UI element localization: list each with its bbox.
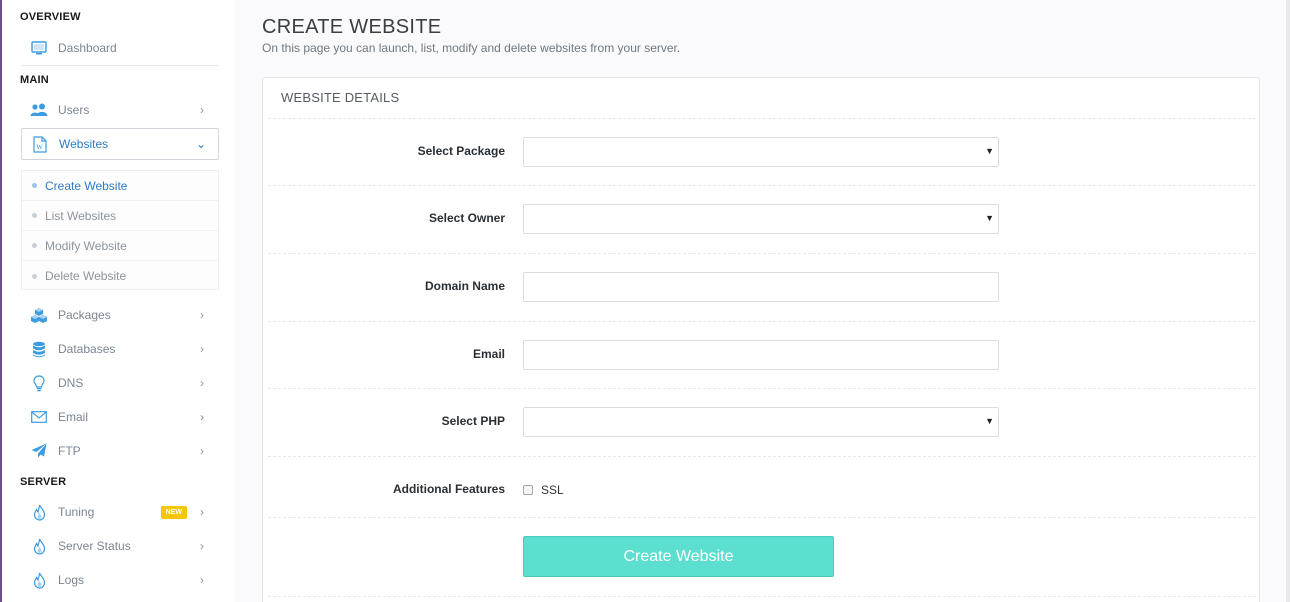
database-icon [30, 340, 48, 358]
row-divider [268, 253, 1256, 254]
sidebar-item-dashboard[interactable]: Dashboard [21, 32, 219, 64]
create-website-button[interactable]: Create Website [523, 536, 834, 577]
section-title-server: SERVER [20, 476, 67, 488]
sidebar-item-label: DNS [58, 376, 84, 390]
sidebar-item-label: Dashboard [58, 41, 117, 55]
row-divider [268, 321, 1256, 322]
sidebar: OVERVIEW Dashboard MAIN Users › W Websit… [0, 0, 235, 602]
sidebar-item-users[interactable]: Users › [21, 94, 219, 126]
owner-select[interactable]: ▼ [523, 204, 999, 234]
panel-title: WEBSITE DETAILS [281, 90, 400, 105]
row-divider [268, 118, 1256, 119]
chevron-down-icon: ⌄ [195, 137, 207, 151]
section-title-overview: OVERVIEW [20, 11, 81, 23]
chevron-right-icon: › [200, 505, 204, 519]
submenu-item-label: Create Website [45, 178, 128, 193]
submenu-item-delete-website[interactable]: Delete Website [22, 261, 218, 291]
submenu-item-label: List Websites [45, 208, 117, 223]
section-title-main: MAIN [20, 74, 49, 86]
sidebar-item-databases[interactable]: Databases › [21, 333, 219, 365]
chevron-right-icon: › [200, 573, 204, 587]
paper-plane-icon [30, 442, 48, 460]
chevron-right-icon: › [200, 376, 204, 390]
submenu-item-label: Delete Website [45, 269, 127, 283]
websites-submenu: Create Website List Websites Modify Webs… [21, 170, 219, 290]
flame-icon [30, 571, 48, 589]
row-divider [268, 596, 1256, 597]
sidebar-item-label: Server Status [58, 539, 131, 553]
chevron-right-icon: › [200, 308, 204, 322]
sidebar-item-ftp[interactable]: FTP › [21, 435, 219, 467]
ssl-checkbox[interactable] [523, 485, 533, 495]
window-edge [1286, 0, 1290, 602]
users-icon [30, 101, 48, 119]
bullet-icon [32, 273, 37, 279]
chevron-right-icon: › [200, 342, 204, 356]
sidebar-item-label: Logs [58, 573, 85, 587]
row-divider [268, 456, 1256, 457]
svg-text:W: W [36, 143, 43, 151]
sidebar-item-label: Websites [59, 137, 109, 151]
sidebar-item-server-status[interactable]: Server Status › [21, 530, 219, 562]
new-badge: NEW [160, 505, 187, 519]
email-input[interactable] [523, 340, 999, 370]
sidebar-item-packages[interactable]: Packages › [21, 299, 219, 331]
caret-down-icon: ▼ [985, 213, 994, 223]
sidebar-item-email[interactable]: Email › [21, 401, 219, 433]
envelope-icon [30, 408, 48, 426]
sidebar-item-label: Users [58, 103, 90, 117]
bullet-icon [32, 243, 37, 248]
sidebar-item-label: Packages [58, 308, 111, 322]
package-select[interactable]: ▼ [523, 137, 999, 167]
bullet-icon [32, 213, 37, 218]
php-select[interactable]: ▼ [523, 407, 999, 437]
email-label: Email [472, 347, 505, 361]
lightbulb-icon [30, 374, 48, 392]
features-label: Additional Features [392, 482, 505, 496]
submenu-item-create-website[interactable]: Create Website [22, 171, 218, 201]
submenu-item-list-websites[interactable]: List Websites [22, 201, 218, 231]
divider [21, 65, 219, 66]
chevron-right-icon: › [200, 539, 204, 553]
monitor-icon [30, 39, 48, 57]
ssl-label: SSL [541, 483, 564, 497]
sidebar-item-websites[interactable]: W Websites ⌄ [21, 128, 219, 160]
flame-icon [30, 537, 48, 555]
bullet-icon [32, 183, 37, 188]
php-label: Select PHP [441, 414, 505, 428]
page-title: CREATE WEBSITE [262, 16, 442, 38]
wordpress-doc-icon: W [31, 135, 49, 153]
sidebar-item-label: FTP [58, 444, 81, 458]
sidebar-item-label: Email [58, 410, 89, 424]
flame-icon [30, 503, 48, 521]
ssl-option: SSL [523, 483, 564, 497]
website-details-panel: WEBSITE DETAILS Select Package ▼ Select … [262, 77, 1260, 602]
caret-down-icon: ▼ [985, 416, 994, 426]
domain-label: Domain Name [424, 279, 505, 293]
domain-name-input[interactable] [523, 272, 999, 302]
page-subtitle: On this page you can launch, list, modif… [262, 41, 681, 55]
sidebar-item-tuning[interactable]: Tuning NEW › [21, 496, 219, 528]
row-divider [268, 517, 1256, 518]
sidebar-item-label: Databases [58, 342, 116, 356]
sidebar-item-dns[interactable]: DNS › [21, 367, 219, 399]
chevron-right-icon: › [200, 444, 204, 458]
submenu-item-modify-website[interactable]: Modify Website [22, 231, 218, 261]
owner-label: Select Owner [428, 211, 505, 225]
row-divider [268, 185, 1256, 186]
package-label: Select Package [417, 144, 505, 158]
sidebar-item-label: Tuning [58, 505, 95, 519]
caret-down-icon: ▼ [985, 146, 994, 156]
cubes-icon [30, 306, 48, 324]
chevron-right-icon: › [200, 410, 204, 424]
submenu-item-label: Modify Website [45, 238, 127, 253]
row-divider [268, 388, 1256, 389]
chevron-right-icon: › [200, 103, 204, 117]
sidebar-item-logs[interactable]: Logs › [21, 564, 219, 596]
